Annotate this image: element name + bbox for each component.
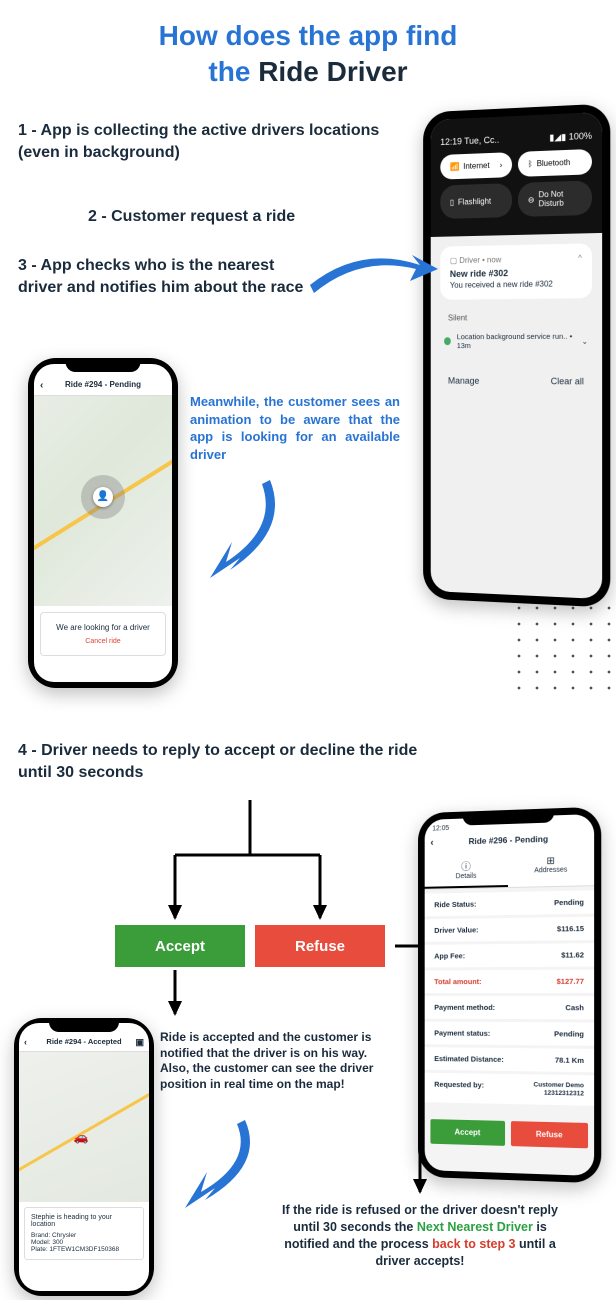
looking-text: We are looking for a driver (47, 623, 159, 632)
chat-icon[interactable]: ▣ (135, 1037, 144, 1048)
accept-note: Ride is accepted and the customer is not… (160, 1030, 380, 1092)
dnd-icon: ⊖ (528, 195, 535, 204)
map-view[interactable]: 🚗 (19, 1052, 149, 1202)
notification-card[interactable]: ▢ Driver • now^ New ride #302 You receiv… (440, 243, 592, 299)
step-3: 3 - App checks who is the nearest driver… (18, 255, 318, 298)
qs-internet[interactable]: 📶Internet› (440, 152, 512, 179)
meanwhile-note: Meanwhile, the customer sees an animatio… (190, 393, 400, 463)
chevron-up-icon[interactable]: ^ (578, 254, 582, 263)
flashlight-icon: ▯ (450, 197, 454, 206)
back-icon[interactable]: ‹ (40, 380, 43, 391)
notif-body: You received a new ride #302 (450, 279, 582, 290)
title-part2b: Ride Driver (258, 56, 407, 87)
refuse-button[interactable]: Refuse (511, 1121, 588, 1148)
info-icon: ⓘ (425, 857, 508, 874)
app-icon: ▢ (450, 256, 457, 265)
status-time: 12:19 Tue, Cc.. ▮◢▮ 100% (440, 131, 592, 147)
step-2: 2 - Customer request a ride (88, 206, 295, 228)
title-part1: How does the app find (159, 20, 458, 51)
phone-customer-accepted: ‹Ride #294 - Accepted▣ 🚗 Stephie is head… (14, 1018, 154, 1296)
phone-customer-waiting: ‹Ride #294 - Pending 👤 We are looking fo… (28, 358, 178, 688)
row-status: Ride Status:Pending (425, 890, 594, 916)
manage-button[interactable]: Manage (448, 376, 479, 386)
status-card: We are looking for a driver Cancel ride (40, 612, 166, 656)
back-icon[interactable]: ‹ (430, 837, 433, 848)
qs-flashlight[interactable]: ▯Flashlight (440, 183, 512, 219)
row-driver-value: Driver Value:$116.15 (425, 917, 594, 942)
arrow-curve-2 (180, 470, 300, 590)
chevron-down-icon[interactable]: ⌄ (582, 336, 588, 345)
wifi-icon: 📶 (450, 162, 460, 171)
accept-button[interactable]: Accept (430, 1119, 505, 1146)
cancel-ride-button[interactable]: Cancel ride (47, 638, 159, 645)
flow-refuse-button[interactable]: Refuse (255, 925, 385, 967)
location-pulse: 👤 (81, 475, 125, 519)
row-requested-by: Requested by:Customer Demo12312312312 (425, 1073, 594, 1106)
page-title: How does the app find the Ride Driver (0, 0, 616, 101)
phone-driver-details: ‹12:05Ride #296 - Pending ⓘDetails ⊞Addr… (418, 807, 601, 1184)
tab-addresses[interactable]: ⊞Addresses (508, 849, 594, 887)
notif-title: New ride #302 (450, 267, 582, 279)
refuse-note: If the ride is refused or the driver doe… (270, 1202, 570, 1270)
driver-info-card: Stephie is heading to your location Bran… (24, 1207, 144, 1260)
arrow-curve-1 (300, 245, 440, 315)
row-app-fee: App Fee:$11.62 (425, 943, 594, 967)
heading-text: Stephie is heading to your location (31, 1214, 137, 1228)
row-distance: Estimated Distance:78.1 Km (425, 1047, 594, 1072)
clear-all-button[interactable]: Clear all (551, 376, 584, 386)
qs-bluetooth[interactable]: ᛒBluetooth (518, 149, 592, 177)
silent-header: Silent (431, 308, 602, 326)
tab-details[interactable]: ⓘDetails (425, 851, 508, 889)
arrow-curve-3 (160, 1110, 270, 1220)
decorative-dots (510, 600, 616, 690)
step-4: 4 - Driver needs to reply to accept or d… (18, 740, 418, 783)
qs-dnd[interactable]: ⊖Do Not Disturb (518, 180, 592, 217)
back-icon[interactable]: ‹ (24, 1037, 27, 1047)
step-1: 1 - App is collecting the active drivers… (18, 120, 398, 163)
row-payment-status: Payment status:Pending (425, 1022, 594, 1046)
phone-notification-panel: 12:19 Tue, Cc.. ▮◢▮ 100% 📶Internet› ᛒBlu… (423, 103, 610, 607)
row-total: Total amount:$127.77 (425, 970, 594, 993)
bluetooth-icon: ᛒ (528, 159, 533, 168)
title-part2a: the (208, 56, 250, 87)
person-icon: 👤 (93, 487, 113, 507)
flow-accept-button[interactable]: Accept (115, 925, 245, 967)
row-payment-method: Payment method:Cash (425, 996, 594, 1019)
car-icon: 🚗 (74, 1130, 89, 1144)
dot-icon (444, 337, 451, 345)
bg-service-notif[interactable]: Location background service run.. • 13m⌄ (431, 325, 602, 356)
map-view[interactable]: 👤 (34, 396, 172, 606)
